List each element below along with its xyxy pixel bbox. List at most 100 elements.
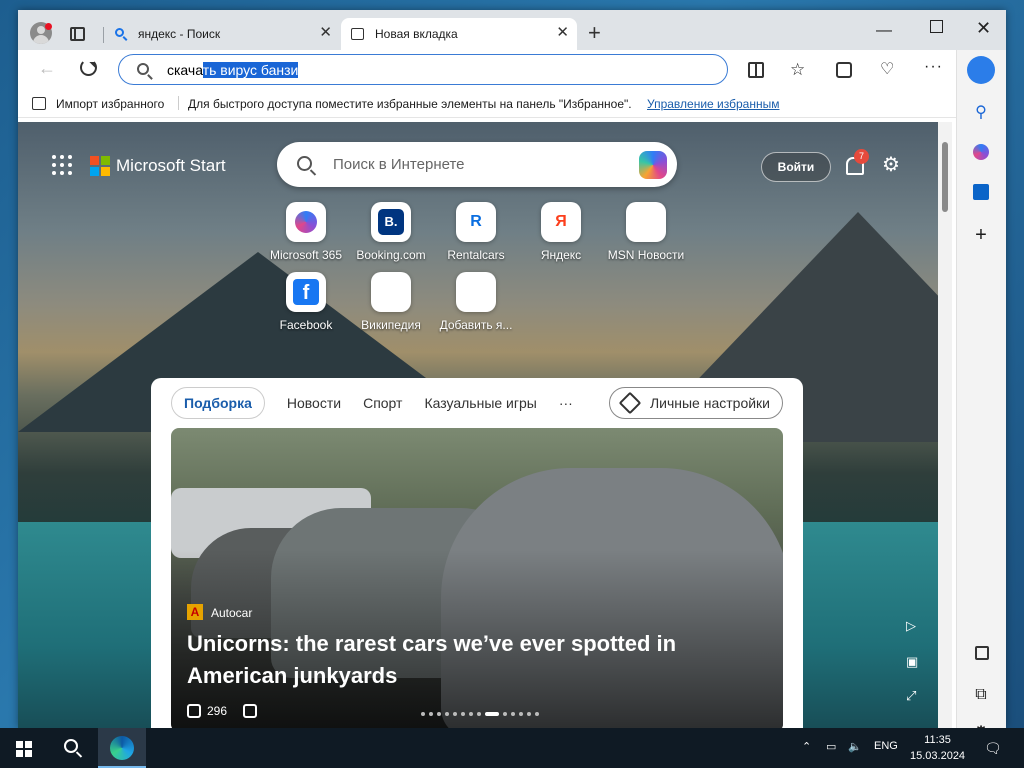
tab-new-tab[interactable]: Новая вкладка ✕ — [341, 18, 577, 50]
search-icon — [297, 156, 312, 171]
rentalcars-icon: R — [456, 202, 496, 242]
tab-title: яндекс - Поиск — [138, 27, 221, 41]
windows-start-icon[interactable] — [16, 741, 32, 757]
pencil-icon — [618, 391, 642, 415]
outlook-icon[interactable] — [971, 182, 991, 202]
apps-grid-icon[interactable] — [52, 155, 72, 175]
personal-settings-button[interactable]: Личные настройки — [608, 387, 783, 419]
new-tab-plus-icon[interactable]: + — [588, 22, 601, 44]
scrollbar-thumb[interactable] — [942, 142, 948, 212]
edge-sidebar: ⚲ + ⧉ ⚙ — [956, 50, 1006, 728]
carousel-dots — [421, 712, 539, 716]
quick-link-wikipedia[interactable]: W Википедия — [351, 272, 431, 332]
import-favorites-link[interactable]: Импорт избранного — [56, 97, 164, 111]
settings-gear-icon[interactable]: ⚙ — [882, 155, 900, 175]
search-icon — [114, 27, 128, 41]
thumbs-down-icon[interactable] — [243, 704, 258, 718]
fullscreen-expand-icon[interactable]: ⤢ — [906, 688, 916, 704]
favbar-separator — [178, 96, 179, 110]
maximize-icon[interactable] — [930, 20, 943, 33]
taskbar-search-icon[interactable] — [64, 739, 78, 753]
tab-close-icon[interactable]: ✕ — [319, 25, 332, 40]
collections-icon[interactable] — [836, 62, 852, 78]
feed-tabs: Подборка Новости Спорт Казуальные игры ·… — [171, 386, 595, 420]
image-gallery-icon[interactable]: ▣ — [906, 654, 918, 670]
address-bar[interactable]: скачать вирус банзи — [118, 54, 728, 85]
minimize-icon[interactable]: — — [876, 22, 892, 40]
yandex-icon: Я — [541, 202, 581, 242]
quick-link-msn-news[interactable]: ▤ MSN Новости — [606, 202, 686, 262]
quick-link-add[interactable]: + Добавить я... — [436, 272, 516, 332]
address-input[interactable]: скачать вирус банзи — [167, 62, 299, 78]
like-count: 296 — [207, 704, 228, 718]
feed-tab-news[interactable]: Новости — [287, 395, 341, 411]
clock-date: 15.03.2024 — [910, 750, 966, 762]
tab-bar: яндекс - Поиск ✕ Новая вкладка ✕ + — ✕ — [18, 10, 1006, 50]
back-arrow-icon[interactable]: ← — [38, 58, 56, 79]
network-icon[interactable]: ▭ — [826, 740, 836, 753]
microsoft365-icon[interactable] — [971, 142, 991, 162]
microsoft-logo-icon — [90, 156, 110, 176]
booking-icon: B. — [371, 202, 411, 242]
close-window-icon[interactable]: ✕ — [976, 18, 991, 39]
taskbar-edge-button[interactable] — [98, 728, 146, 768]
web-search-placeholder[interactable]: Поиск в Интернете — [333, 156, 465, 173]
taskbar: ⌃ ▭ 🔈 ENG 11:35 15.03.2024 🗨 — [0, 728, 1024, 768]
login-button[interactable]: Войти — [761, 152, 831, 182]
article-headline[interactable]: Unicorns: the rarest cars we’ve ever spo… — [187, 628, 727, 692]
add-icon: + — [456, 272, 496, 312]
search-icon — [137, 63, 149, 75]
volume-muted-icon[interactable]: 🔈 — [848, 740, 862, 753]
wikipedia-icon: W — [371, 272, 411, 312]
quick-link-microsoft365[interactable]: Microsoft 365 — [266, 202, 346, 262]
bing-copilot-icon[interactable] — [967, 56, 995, 84]
feed-tab-sport[interactable]: Спорт — [363, 395, 402, 411]
tab-yandex-search[interactable]: яндекс - Поиск ✕ — [104, 18, 340, 50]
feed-tab-picks[interactable]: Подборка — [171, 387, 265, 419]
microsoft365-icon — [286, 202, 326, 242]
article-source[interactable]: Autocar — [211, 606, 252, 620]
web-search-box[interactable]: Поиск в Интернете — [277, 142, 677, 187]
thumbs-up-icon[interactable] — [187, 704, 201, 718]
search-icon[interactable]: ⚲ — [971, 102, 991, 122]
profile-notification-dot — [45, 23, 52, 30]
quick-link-rentalcars[interactable]: R Rentalcars — [436, 202, 516, 262]
hero-article-card[interactable]: A Autocar Unicorns: the rarest cars we’v… — [171, 428, 783, 728]
favorites-star-icon[interactable]: ☆ — [790, 61, 806, 78]
tab-close-icon[interactable]: ✕ — [556, 25, 569, 40]
split-screen-icon[interactable] — [748, 62, 764, 78]
clock[interactable]: 11:35 15.03.2024 — [910, 732, 965, 764]
hide-sidebar-icon[interactable] — [975, 646, 989, 660]
more-menu-icon[interactable]: ··· — [924, 59, 942, 78]
feed-tab-casual-games[interactable]: Казуальные игры — [424, 395, 536, 411]
page-scrollbar[interactable] — [938, 122, 952, 728]
browser-window: яндекс - Поиск ✕ Новая вкладка ✕ + — ✕ ←… — [18, 10, 1006, 728]
new-tab-page: Microsoft Start Поиск в Интернете Войти … — [18, 122, 938, 728]
msn-news-icon: ▤ — [626, 202, 666, 242]
tray-chevron-icon[interactable]: ⌃ — [802, 740, 811, 753]
edge-icon — [110, 736, 134, 760]
feed-tabs-more-icon[interactable]: ··· — [559, 395, 573, 411]
tab-actions-icon[interactable] — [70, 27, 85, 41]
browser-essentials-icon[interactable]: ♡ — [880, 62, 896, 78]
brand-title[interactable]: Microsoft Start — [116, 156, 226, 176]
copilot-icon[interactable] — [639, 151, 667, 179]
tab-title: Новая вкладка — [375, 27, 458, 41]
reload-icon[interactable] — [80, 59, 97, 76]
open-external-icon[interactable]: ⧉ — [971, 686, 991, 706]
facebook-icon: f — [286, 272, 326, 312]
notification-count-badge: 7 — [854, 149, 869, 164]
quick-link-yandex[interactable]: Я Яндекс — [521, 202, 601, 262]
news-feed-panel: Подборка Новости Спорт Казуальные игры ·… — [151, 378, 803, 728]
clock-time: 11:35 — [924, 734, 951, 746]
quick-link-booking[interactable]: B. Booking.com — [351, 202, 431, 262]
manage-favorites-link[interactable]: Управление избранным — [647, 97, 779, 111]
favorites-hint-text: Для быстрого доступа поместите избранные… — [188, 97, 632, 111]
language-indicator[interactable]: ENG — [874, 740, 898, 752]
notification-center-icon[interactable]: 🗨 — [984, 740, 1002, 757]
import-favorites-icon — [32, 97, 46, 110]
add-sidebar-app-icon[interactable]: + — [971, 224, 991, 246]
video-play-icon[interactable]: ▷ — [906, 618, 916, 634]
quick-link-facebook[interactable]: f Facebook — [266, 272, 346, 332]
favorites-bar: Импорт избранного Для быстрого доступа п… — [18, 88, 1006, 118]
